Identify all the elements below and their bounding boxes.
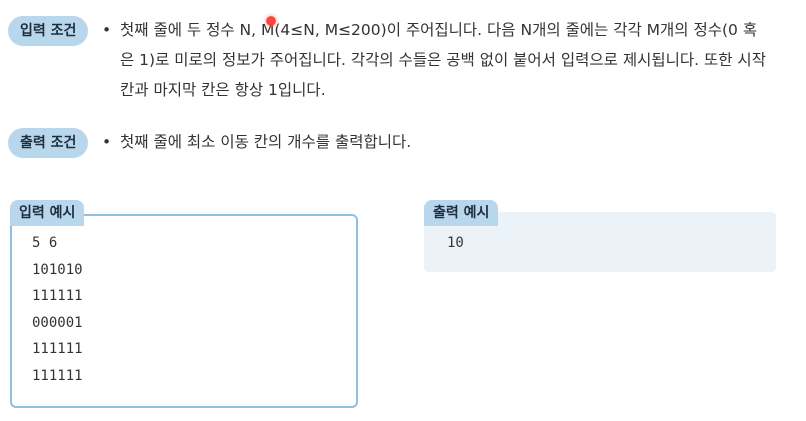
input-condition-text: • 첫째 줄에 두 정수 N, M(4≤N, M≤200)이 주어집니다. 다음… [102, 15, 766, 105]
output-example-code: 10 [447, 230, 464, 257]
output-condition-text: • 첫째 줄에 최소 이동 칸의 개수를 출력합니다. [102, 127, 411, 157]
input-row: 111111 [32, 288, 83, 305]
input-row: 101010 [32, 261, 83, 278]
input-condition-badge: 입력 조건 [8, 16, 89, 46]
pointer-highlight [266, 16, 276, 26]
output-condition-line-1: 첫째 줄에 최소 이동 칸의 개수를 출력합니다. [120, 133, 412, 151]
output-row: 10 [447, 235, 464, 251]
input-condition-line-2: 은 1)로 미로의 정보가 주어집니다. 각각의 수들은 공백 없이 붙어서 입… [120, 51, 766, 69]
input-condition-line-3: 칸과 마지막 칸은 항상 1입니다. [120, 81, 326, 99]
input-row: 111111 [32, 341, 83, 358]
output-condition-badge: 출력 조건 [8, 128, 89, 158]
input-condition-line-1: 첫째 줄에 두 정수 N, M(4≤N, M≤200)이 주어집니다. 다음 N… [120, 21, 758, 39]
input-row: 000001 [32, 314, 83, 331]
output-example-label: 출력 예시 [424, 200, 499, 226]
input-row: 5 6 [32, 235, 58, 251]
input-example-label: 입력 예시 [10, 200, 85, 226]
bullet: • [102, 21, 112, 39]
bullet: • [102, 133, 112, 151]
input-example-code: 5 6 101010 111111 000001 111111 111111 [32, 230, 83, 390]
input-row: 111111 [32, 367, 83, 384]
